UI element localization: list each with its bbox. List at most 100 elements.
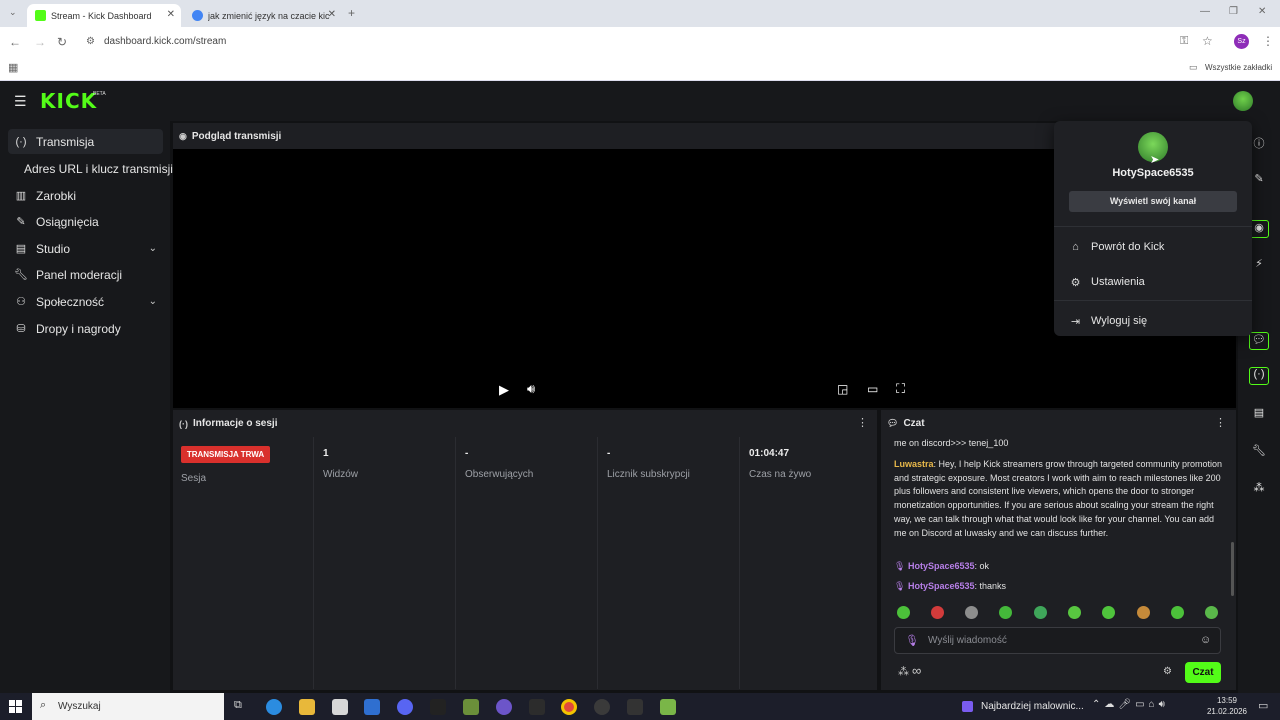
close-tab-icon[interactable]: ✕ [328,9,336,20]
taskbar-notification[interactable]: Najbardziej malownic... [981,701,1084,712]
forward-icon[interactable]: → [34,35,46,49]
chat-input[interactable]: 🎙︎ Wyślij wiadomość ☺ [894,627,1221,654]
dropdown-item-home[interactable]: ⌂ Powrót do Kick [1069,238,1164,256]
notifications-icon[interactable]: ▭ [1258,699,1268,712]
password-key-icon[interactable]: ⚿ [1180,35,1188,48]
app-icon[interactable] [496,699,512,715]
maximize-icon[interactable]: ❐ [1229,6,1238,17]
apps-grid-icon[interactable]: ▦ [8,61,18,74]
app-icon[interactable] [627,699,643,715]
app-icon[interactable] [529,699,545,715]
fullscreen-icon[interactable]: ⛶ [896,381,905,397]
emote-icon[interactable] [999,606,1012,619]
lightning-icon[interactable]: ⚡︎ [1252,257,1266,270]
emote-icon[interactable] [1171,606,1184,619]
browser-tab-bar: ⌄ Stream - Kick Dashboard ✕ jak zmienić … [0,0,1280,27]
dropdown-item-settings[interactable]: ⚙ Ustawienia [1069,273,1145,291]
chat-menu-icon[interactable]: ⋮ [1215,416,1226,429]
chat-username[interactable]: HotySpace6535 [908,561,975,571]
volume-icon[interactable]: 🔊︎ [527,381,535,397]
sidebar-item-transmisja[interactable]: (·) Transmisja [8,129,163,154]
preview-toggle-icon[interactable]: ◉ [1249,220,1269,238]
new-tab-button[interactable]: + [348,6,355,20]
windows-start-icon[interactable] [9,700,22,713]
picture-in-picture-icon[interactable]: ◲ [837,382,848,396]
tab-inactive[interactable]: jak zmienić język na czacie kick ✕ [184,4,342,27]
dropdown-item-label: Ustawienia [1091,276,1145,288]
taskbar-time[interactable]: 13:59 [1205,696,1249,705]
stack-icon[interactable]: ▤ [1252,406,1266,419]
chevron-down-icon[interactable]: ⌄ [149,243,157,254]
chat-scrollbar[interactable] [1231,542,1234,596]
session-menu-icon[interactable]: ⋮ [857,416,868,429]
info-icon[interactable]: ⓘ [1252,135,1266,151]
task-view-icon[interactable]: ⧉ [234,699,242,712]
user-avatar[interactable] [1233,91,1253,111]
dropdown-item-logout[interactable]: ⇥ Wyloguj się [1069,312,1147,330]
store-icon[interactable] [332,699,348,715]
sidebar-item-spolecznosc[interactable]: ⚇ Społeczność ⌄ [8,289,163,314]
emote-icon[interactable] [931,606,944,619]
back-icon[interactable]: ← [9,35,21,49]
logout-icon: ⇥ [1070,315,1081,328]
sidebar-item-zarobki[interactable]: ▥ Zarobki [8,183,163,208]
site-info-icon[interactable]: ⚙ [86,36,95,47]
emote-icon[interactable] [897,606,910,619]
cursor-icon: ➤ [1150,154,1160,166]
menu-dots-icon[interactable]: ⋮ [1262,34,1274,48]
emoji-picker-icon[interactable]: ☺ [1200,634,1211,646]
view-channel-button[interactable]: Wyświetl swój kanał [1069,191,1237,212]
chrome-icon[interactable] [561,699,577,715]
taskbar-search[interactable]: ⌕ Wyszukaj [32,693,224,720]
sidebar-item-osiagniecia[interactable]: ✎ Osiągnięcia [8,209,163,234]
chevron-down-icon[interactable]: ⌄ [149,296,157,307]
chat-tools-icon[interactable]: ⁂ [898,665,909,678]
obs-icon[interactable] [594,699,610,715]
capcut-icon[interactable] [430,699,446,715]
community-icon[interactable]: ⁂ [1252,481,1266,494]
wrench-icon[interactable]: 🔧︎ [1252,444,1266,457]
sidebar-item-studio[interactable]: ▤ Studio ⌄ [8,236,163,261]
mail-icon[interactable] [364,699,380,715]
hamburger-menu-icon[interactable]: ☰ [14,93,27,110]
minecraft-icon[interactable] [463,699,479,715]
emote-icon[interactable] [1137,606,1150,619]
broadcast-toggle-icon[interactable]: (·) [1249,367,1269,385]
tray-icons[interactable]: ⌃☁🎤︎▭⌂🔊︎ [1092,699,1169,710]
play-icon[interactable]: ▶ [499,382,509,398]
sidebar-item-dropy[interactable]: ⛁ Dropy i nagrody [8,316,163,341]
url-field[interactable]: dashboard.kick.com/stream [104,36,226,47]
chat-message-text: : Hey, I help Kick streamers grow throug… [894,459,1222,538]
emote-icon[interactable] [1205,606,1218,619]
tab-list-icon[interactable]: ⌄ [9,7,17,18]
emote-icon[interactable] [1034,606,1047,619]
chat-toggle-icon[interactable]: 💬︎ [1249,332,1269,350]
kick-logo[interactable]: KICK [40,89,97,113]
emote-icon[interactable] [1068,606,1081,619]
all-bookmarks-link[interactable]: Wszystkie zakładki [1205,63,1272,72]
sidebar-item-panel-moderacji[interactable]: 🔧︎ Panel moderacji [8,262,163,287]
emote-icon[interactable] [965,606,978,619]
sidebar-item-stream-url-key[interactable]: Adres URL i klucz transmisji [18,156,173,181]
chat-username[interactable]: HotySpace6535 [908,581,975,591]
minecraft-icon[interactable] [660,699,676,715]
chat-send-button[interactable]: Czat [1185,662,1221,683]
chat-settings-icon[interactable]: ⚙ [1163,666,1172,677]
close-tab-icon[interactable]: ✕ [167,9,175,20]
reload-icon[interactable]: ↻ [57,35,67,49]
taskbar-date[interactable]: 21.02.2026 [1203,707,1251,716]
bookmark-star-icon[interactable]: ☆ [1202,34,1213,48]
close-window-icon[interactable]: ✕ [1258,6,1266,17]
edge-icon[interactable] [266,699,282,715]
discord-icon[interactable] [397,699,413,715]
chat-username[interactable]: Luwastra [894,459,934,469]
chat-message: Luwastra: Hey, I help Kick streamers gro… [894,458,1222,540]
tab-active[interactable]: Stream - Kick Dashboard ✕ [27,4,181,27]
theater-mode-icon[interactable]: ▭ [867,382,878,396]
emote-icon[interactable] [1102,606,1115,619]
profile-avatar[interactable]: Sz [1234,34,1249,49]
edit-icon[interactable]: ✎ [1252,172,1266,185]
file-explorer-icon[interactable] [299,699,315,715]
stat-divider [313,437,314,689]
minimize-icon[interactable]: — [1200,6,1210,17]
